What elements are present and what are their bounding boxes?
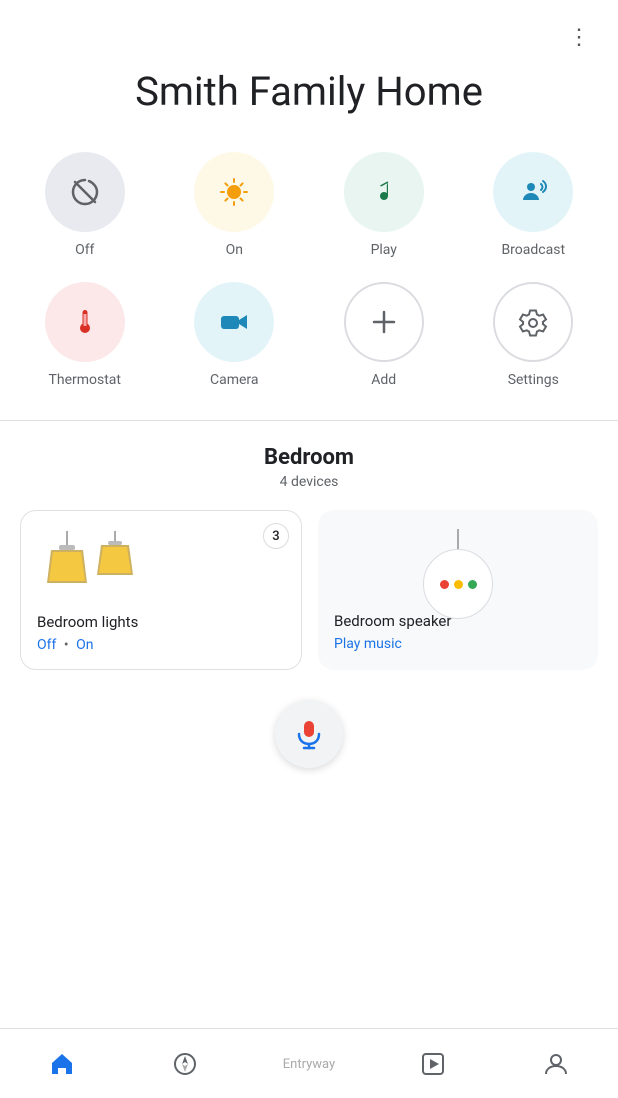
bottom-navigation: Entryway <box>0 1028 618 1098</box>
speaker-action-label[interactable]: Play music <box>334 636 402 652</box>
action-circle-settings <box>493 282 573 362</box>
nav-item-media[interactable] <box>371 1029 495 1098</box>
action-on[interactable]: On <box>160 140 310 270</box>
broadcast-icon <box>515 174 551 210</box>
add-icon <box>369 307 399 337</box>
action-add[interactable]: Add <box>309 270 459 400</box>
nav-item-entryway[interactable]: Entryway <box>247 1029 371 1098</box>
settings-icon <box>517 306 549 338</box>
speaker-circle-icon <box>423 549 493 619</box>
action-broadcast-label: Broadcast <box>501 242 565 258</box>
nav-entryway-label: Entryway <box>283 1057 335 1072</box>
device-status-speaker: Play music <box>334 636 582 652</box>
action-play-label: Play <box>371 242 397 258</box>
room-section: Bedroom 4 devices 3 <box>0 445 618 882</box>
on-icon <box>216 174 252 210</box>
microphone-fab[interactable] <box>275 700 343 768</box>
status-off-label: Off <box>37 637 56 653</box>
action-circle-broadcast <box>493 152 573 232</box>
action-circle-thermostat <box>45 282 125 362</box>
off-icon <box>67 174 103 210</box>
speaker-dots <box>440 580 477 589</box>
device-card-bedroom-lights[interactable]: 3 Bedroom lights <box>20 510 302 670</box>
nav-item-explore[interactable] <box>124 1029 248 1098</box>
more-menu-button[interactable]: ⋮ <box>560 16 600 58</box>
room-title: Bedroom <box>20 445 598 470</box>
microphone-icon <box>293 718 325 750</box>
thermostat-icon <box>67 304 103 340</box>
bedroom-lights-icon <box>37 531 147 601</box>
section-divider <box>0 420 618 421</box>
action-thermostat-label: Thermostat <box>49 372 122 388</box>
compass-nav-icon <box>172 1051 198 1077</box>
dot-yellow <box>454 580 463 589</box>
device-status-lights: Off • On <box>37 637 285 653</box>
speaker-icon-area <box>334 530 582 600</box>
action-circle-add <box>344 282 424 362</box>
media-nav-icon <box>420 1051 446 1077</box>
action-settings[interactable]: Settings <box>459 270 609 400</box>
action-thermostat[interactable]: Thermostat <box>10 270 160 400</box>
action-on-label: On <box>226 242 243 258</box>
device-name-lights: Bedroom lights <box>37 613 285 631</box>
action-broadcast[interactable]: Broadcast <box>459 140 609 270</box>
fab-container <box>20 690 598 782</box>
header: ⋮ <box>0 0 618 58</box>
action-circle-off <box>45 152 125 232</box>
action-circle-camera <box>194 282 274 362</box>
action-circle-play <box>344 152 424 232</box>
home-nav-icon <box>49 1051 75 1077</box>
action-camera[interactable]: Camera <box>160 270 310 400</box>
action-camera-label: Camera <box>210 372 259 388</box>
status-on-label: On <box>76 637 93 653</box>
dot-green <box>468 580 477 589</box>
lights-icon-area <box>37 531 285 601</box>
device-badge: 3 <box>263 523 289 549</box>
action-off[interactable]: Off <box>10 140 160 270</box>
status-dot: • <box>64 637 69 653</box>
action-add-label: Add <box>371 372 396 388</box>
action-play[interactable]: Play <box>309 140 459 270</box>
action-circle-on <box>194 152 274 232</box>
nav-item-home[interactable] <box>0 1029 124 1098</box>
action-off-label: Off <box>75 242 94 258</box>
camera-icon <box>216 304 252 340</box>
home-title: Smith Family Home <box>20 68 598 116</box>
nav-item-account[interactable] <box>494 1029 618 1098</box>
device-row: 3 Bedroom lights <box>20 510 598 670</box>
title-section: Smith Family Home <box>0 58 618 140</box>
room-devices-count: 4 devices <box>20 474 598 490</box>
play-icon <box>366 174 402 210</box>
dot-red <box>440 580 449 589</box>
quick-actions-grid: Off On Play <box>0 140 618 420</box>
action-settings-label: Settings <box>508 372 559 388</box>
device-card-bedroom-speaker[interactable]: Bedroom speaker Play music <box>318 510 598 670</box>
person-nav-icon <box>543 1051 569 1077</box>
